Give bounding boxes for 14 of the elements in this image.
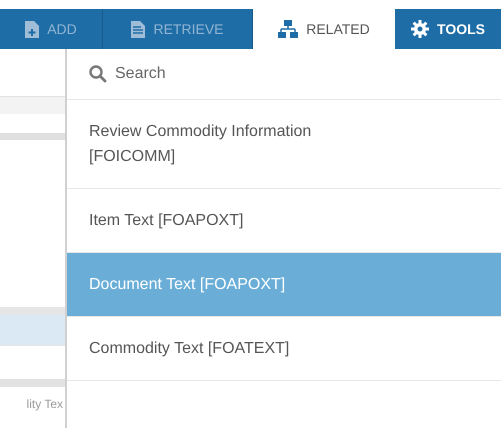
table-cell-text: lity Tex [26,396,63,413]
hierarchy-icon [278,20,298,38]
menu-item[interactable]: Review Commodity Information [FOICOMM] [67,100,501,189]
search-icon [89,65,107,83]
section-strip [0,133,65,140]
search-field[interactable]: Search [115,62,415,86]
document-icon [131,20,146,38]
toolbar-tab[interactable]: RELATED [253,9,395,49]
section-strip [0,307,65,315]
menu-item[interactable]: Commodity Text [FOATEXT] [67,317,501,381]
highlighted-row-background [0,315,65,345]
document-plus-icon [25,20,40,38]
gear-icon [411,20,430,38]
section-strip [0,379,65,387]
